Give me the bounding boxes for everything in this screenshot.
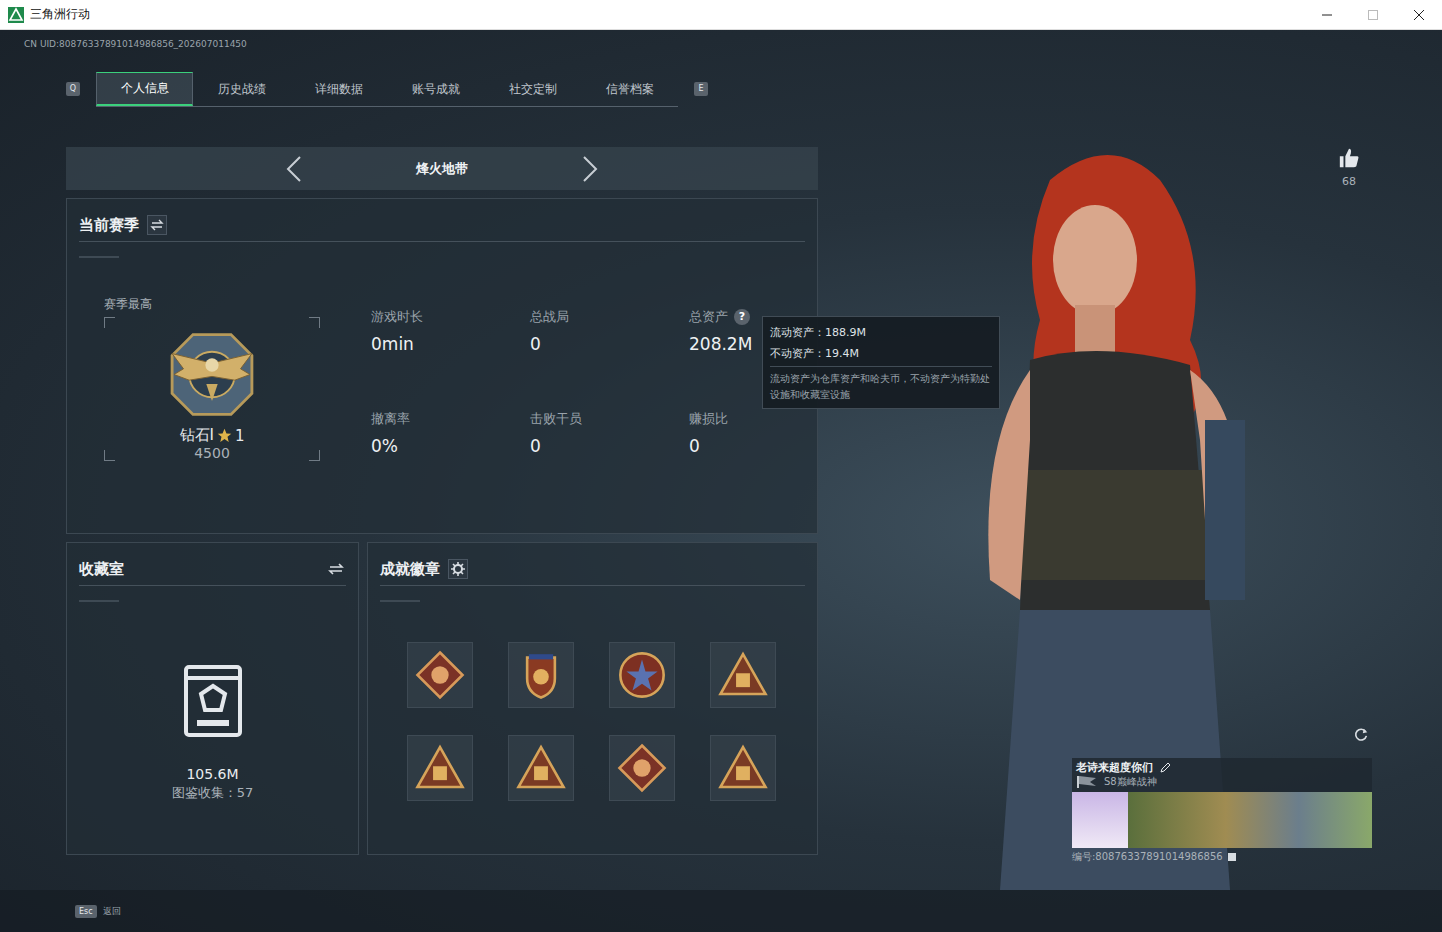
collection-value: 105.6M bbox=[186, 766, 238, 782]
arrow-right-icon[interactable] bbox=[580, 154, 600, 184]
badge-icon bbox=[515, 742, 567, 794]
star-icon bbox=[217, 428, 232, 443]
tab-bar: Q 个人信息历史战绩详细数据账号成就社交定制信誉档案 E bbox=[66, 72, 818, 106]
tooltip-line: 流动资产：188.9M bbox=[770, 322, 992, 343]
stat-label: 总资产 bbox=[689, 308, 728, 326]
badge-icon bbox=[414, 649, 466, 701]
stat-value: 0% bbox=[371, 436, 530, 456]
season-panel: 当前赛季 赛季最高 钻石I 1 4500 游戏时长 0min总战局 0总资产 ?… bbox=[66, 198, 818, 534]
tab[interactable]: 账号成就 bbox=[387, 72, 484, 106]
achievement-badge[interactable] bbox=[508, 735, 574, 801]
achievement-badge[interactable] bbox=[710, 735, 776, 801]
achievement-badge[interactable] bbox=[407, 642, 473, 708]
stat-item: 游戏时长 0min bbox=[371, 308, 530, 410]
badge-icon bbox=[515, 649, 567, 701]
stat-label: 赚损比 bbox=[689, 410, 728, 428]
badge-icon bbox=[616, 649, 668, 701]
panel-title: 收藏室 bbox=[79, 560, 124, 579]
copy-icon[interactable] bbox=[1227, 852, 1237, 862]
tab[interactable]: 个人信息 bbox=[96, 72, 193, 106]
achievement-badge[interactable] bbox=[508, 642, 574, 708]
collection-caption: 图鉴收集：57 bbox=[172, 784, 254, 802]
tab[interactable]: 详细数据 bbox=[290, 72, 387, 106]
tab[interactable]: 历史战绩 bbox=[193, 72, 290, 106]
like-button[interactable]: 68 bbox=[1338, 147, 1360, 188]
stat-label: 击败干员 bbox=[530, 410, 582, 428]
player-title: S8巅峰战神 bbox=[1104, 775, 1157, 789]
window-title: 三角洲行动 bbox=[30, 6, 90, 23]
rank-emblem-icon bbox=[160, 327, 264, 422]
like-count: 68 bbox=[1342, 175, 1356, 188]
tooltip-line: 不动资产：19.4M bbox=[770, 343, 992, 364]
swap-icon[interactable] bbox=[147, 215, 167, 235]
swap-icon[interactable] bbox=[326, 559, 346, 579]
mode-selector: 烽火地带 bbox=[66, 147, 818, 190]
title-bar: 三角洲行动 bbox=[0, 0, 1442, 30]
back-label[interactable]: 返回 bbox=[103, 905, 121, 918]
player-card[interactable]: 老诗来超度你们 S8巅峰战神 bbox=[1072, 758, 1372, 848]
rank-name: 钻石I bbox=[180, 426, 214, 445]
stat-label: 总战局 bbox=[530, 308, 569, 326]
best-label: 赛季最高 bbox=[104, 296, 320, 313]
stat-item: 击败干员 0 bbox=[530, 410, 689, 512]
close-icon[interactable] bbox=[1396, 0, 1442, 30]
game-screen: CN UID:80876337891014986856_202607011450… bbox=[0, 30, 1442, 932]
arrow-left-icon[interactable] bbox=[284, 154, 304, 184]
stat-label: 撤离率 bbox=[371, 410, 410, 428]
gear-icon[interactable] bbox=[448, 559, 468, 579]
stat-value: 0 bbox=[530, 436, 689, 456]
refresh-icon[interactable] bbox=[1352, 726, 1370, 744]
tooltip-note: 流动资产为仓库资产和哈夫币，不动资产为特勤处设施和收藏室设施 bbox=[770, 366, 992, 403]
player-name: 老诗来超度你们 bbox=[1076, 760, 1153, 775]
help-icon[interactable]: ? bbox=[734, 309, 750, 325]
next-tab-key[interactable]: E bbox=[694, 82, 708, 96]
badge-icon bbox=[616, 742, 668, 794]
badge-icon bbox=[717, 742, 769, 794]
minimize-icon[interactable] bbox=[1304, 0, 1350, 30]
rank-block: 赛季最高 钻石I 1 4500 bbox=[104, 296, 320, 512]
tab[interactable]: 信誉档案 bbox=[581, 72, 678, 106]
edit-icon[interactable] bbox=[1159, 762, 1171, 774]
uid-label: CN UID:80876337891014986856_202607011450 bbox=[0, 30, 1442, 51]
character-area: 68 老诗来超度你们 S8巅峰战神 编号:8087633789101498685… bbox=[818, 51, 1442, 890]
achievement-badge[interactable] bbox=[609, 735, 675, 801]
prev-tab-key[interactable]: Q bbox=[66, 82, 80, 96]
avatar-image bbox=[1072, 792, 1128, 848]
flag-icon bbox=[1076, 775, 1098, 789]
thumbs-up-icon bbox=[1338, 147, 1360, 169]
panel-title: 成就徽章 bbox=[380, 560, 440, 579]
stat-item: 撤离率 0% bbox=[371, 410, 530, 512]
banner-image bbox=[1128, 792, 1372, 848]
achievement-badge[interactable] bbox=[710, 642, 776, 708]
bottom-bar: Esc 返回 bbox=[0, 890, 1442, 932]
assets-tooltip: 流动资产：188.9M不动资产：19.4M 流动资产为仓库资产和哈夫币，不动资产… bbox=[762, 316, 1000, 409]
achievement-badge[interactable] bbox=[609, 642, 675, 708]
badge-icon bbox=[717, 649, 769, 701]
achievements-panel: 成就徽章 bbox=[367, 542, 818, 855]
collection-panel[interactable]: 收藏室 105.6M 图鉴收集：57 bbox=[66, 542, 359, 855]
maximize-icon[interactable] bbox=[1350, 0, 1396, 30]
achievement-badge[interactable] bbox=[407, 735, 473, 801]
rank-star-count: 1 bbox=[235, 427, 245, 445]
app-logo-icon bbox=[8, 7, 24, 23]
player-id: 编号:80876337891014986856 bbox=[1072, 850, 1223, 864]
panel-title: 当前赛季 bbox=[79, 216, 139, 235]
badge-icon bbox=[414, 742, 466, 794]
app-window: 三角洲行动 CN UID:80876337891014986856_202607… bbox=[0, 0, 1442, 932]
rank-score: 4500 bbox=[194, 445, 230, 461]
profile-panel: Q 个人信息历史战绩详细数据账号成就社交定制信誉档案 E 烽火地带 当前赛季 赛… bbox=[66, 51, 818, 890]
stat-value: 0 bbox=[530, 334, 689, 354]
esc-key[interactable]: Esc bbox=[75, 905, 97, 918]
stat-value: 0 bbox=[689, 436, 848, 456]
stat-label: 游戏时长 bbox=[371, 308, 423, 326]
showcase-icon bbox=[183, 664, 243, 738]
mode-label: 烽火地带 bbox=[412, 160, 472, 178]
stat-item: 赚损比 0 bbox=[689, 410, 848, 512]
stat-item: 总战局 0 bbox=[530, 308, 689, 410]
stat-value: 0min bbox=[371, 334, 530, 354]
tab[interactable]: 社交定制 bbox=[484, 72, 581, 106]
